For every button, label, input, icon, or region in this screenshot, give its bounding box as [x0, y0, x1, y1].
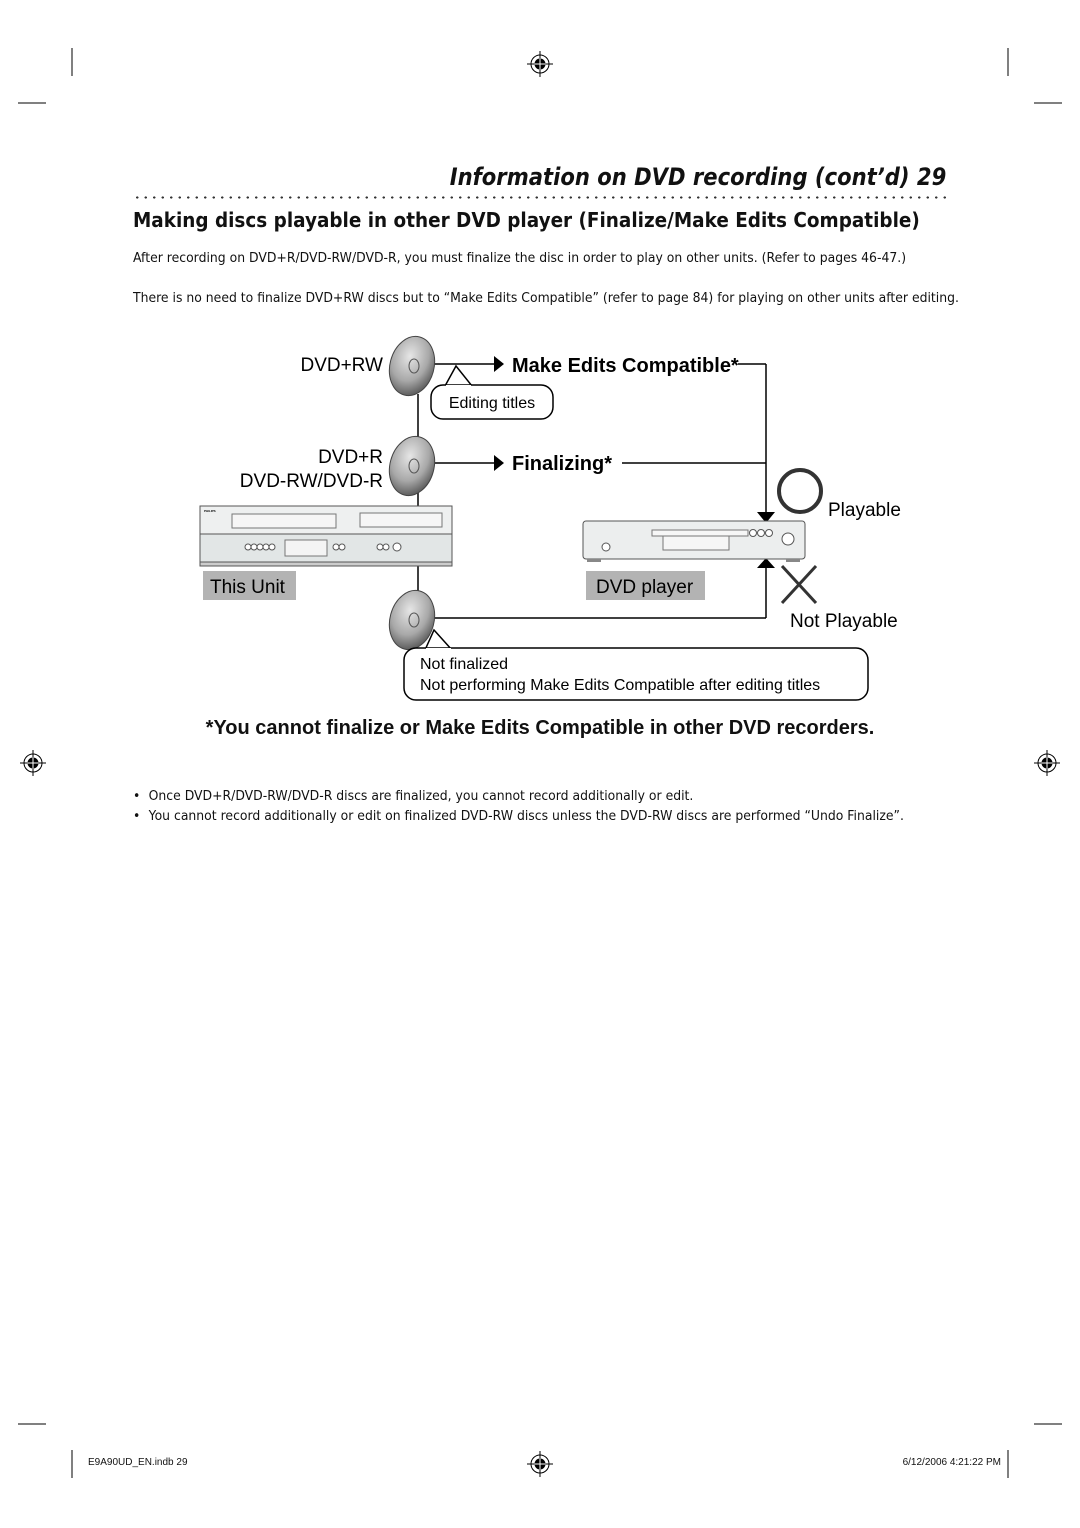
dvd-player-image — [582, 520, 806, 562]
bullet: • — [133, 808, 141, 824]
circle-ok-icon — [777, 468, 823, 514]
svg-text:Not performing Make Edits Comp: Not performing Make Edits Compatible aft… — [420, 677, 820, 694]
footer-file: E9A90UD_EN.indb 29 — [88, 1457, 188, 1468]
footnote: *You cannot finalize or Make Edits Compa… — [205, 717, 875, 739]
label-make-edits: Make Edits Compatible* — [512, 355, 739, 377]
label-this-unit: This Unit — [210, 577, 286, 598]
dvd-recorder-image: PHILIPS — [199, 505, 453, 567]
label-not-playable: Not Playable — [790, 611, 898, 632]
arrow-icon — [494, 356, 504, 372]
intro-paragraph: After recording on DVD+R/DVD-RW/DVD-R, y… — [133, 250, 907, 266]
callout-not-finalized: Not finalized Not performing Make Edits … — [403, 628, 869, 701]
registration-mark-icon — [526, 50, 554, 78]
label-dvd-player: DVD player — [596, 577, 694, 598]
registration-mark-icon — [1033, 749, 1061, 777]
page-title: Information on DVD recording (cont’d) 29 — [449, 163, 946, 191]
arrow-icon — [494, 455, 504, 471]
label-dvd-plus-rw: DVD+RW — [300, 355, 383, 376]
svg-text:Not finalized: Not finalized — [420, 656, 508, 673]
label-dvd-rw-r: DVD-RW/DVD-R — [240, 471, 383, 492]
registration-mark-icon — [526, 1450, 554, 1478]
dotted-divider — [133, 196, 948, 199]
svg-text:Editing titles: Editing titles — [449, 395, 535, 412]
list-item: • Once DVD+R/DVD-RW/DVD-R discs are final… — [133, 788, 694, 804]
label-finalizing: Finalizing* — [512, 453, 612, 475]
footer-date: 6/12/2006 4:21:22 PM — [902, 1457, 1001, 1468]
label-playable: Playable — [828, 500, 901, 521]
svg-text:PHILIPS: PHILIPS — [204, 509, 216, 513]
manual-page: DVD+RW DVD+R DVD-RW/DVD-R Make Edits Com… — [0, 0, 1080, 1528]
label-dvd-plus-r: DVD+R — [318, 447, 383, 468]
intro-paragraph: There is no need to finalize DVD+RW disc… — [133, 290, 959, 306]
disc-icon — [388, 435, 436, 497]
bullet: • — [133, 788, 141, 804]
registration-mark-icon — [19, 749, 47, 777]
list-item: • You cannot record additionally or edit … — [133, 808, 904, 824]
cross-x-icon — [780, 564, 818, 605]
section-heading: Making discs playable in other DVD playe… — [133, 208, 920, 232]
